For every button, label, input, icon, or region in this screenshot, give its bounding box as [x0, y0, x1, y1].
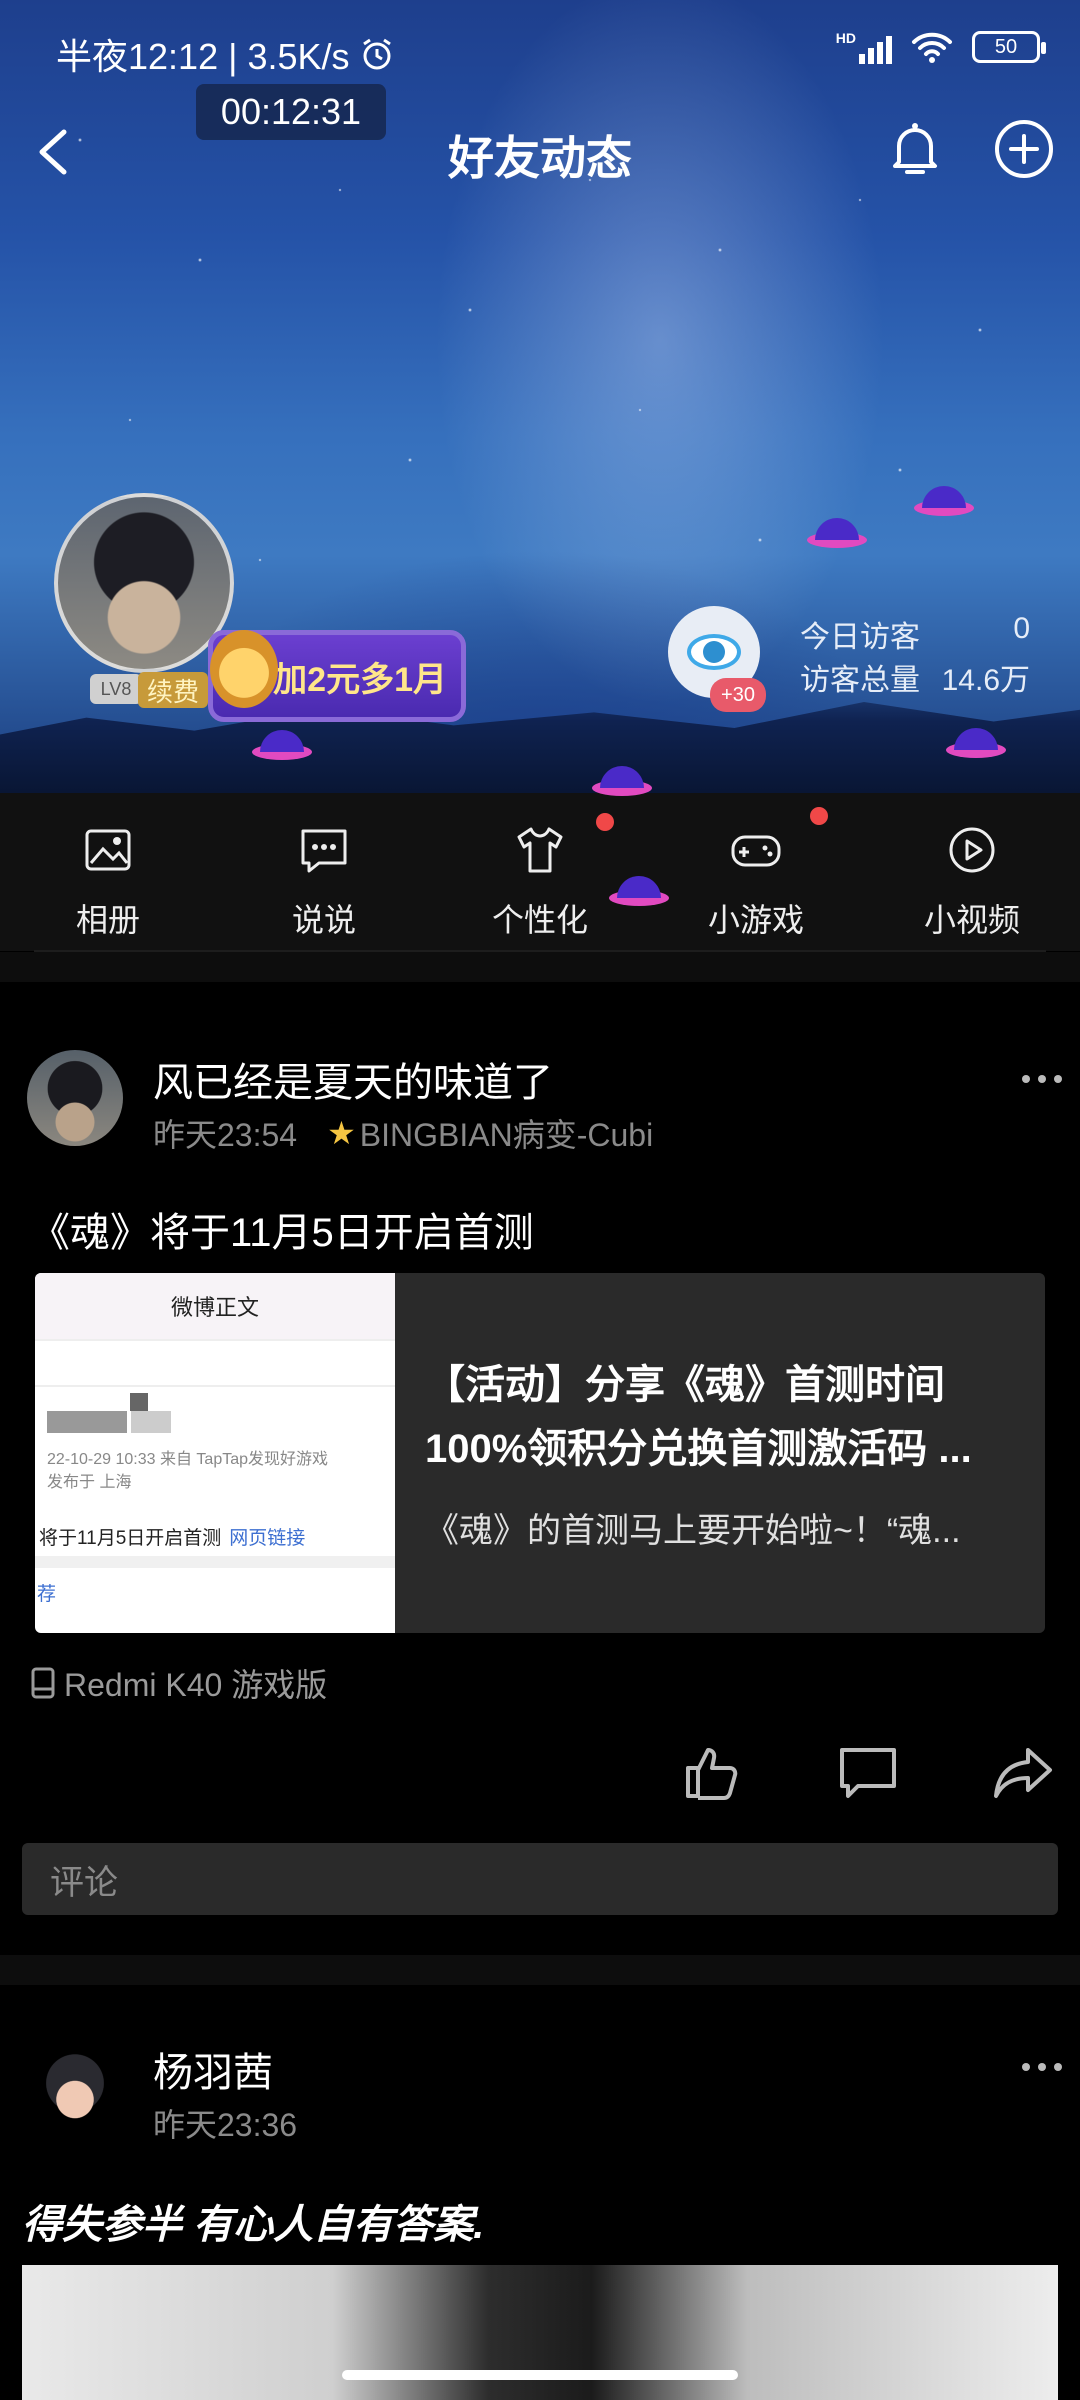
section-separator [0, 952, 1080, 982]
post-text: 得失参半 有心人自有答案. [22, 2203, 485, 2247]
hat-decoration-icon [252, 730, 312, 760]
album-icon [85, 829, 131, 871]
total-visitors-label: 访客总量 [800, 664, 920, 697]
wifi-icon [912, 32, 952, 63]
renew-badge[interactable]: 续费 [138, 672, 208, 708]
status-left: 半夜12:12 | 3.5K/s [56, 28, 394, 80]
quick-menu: 相册 说说 个性化 小游戏 小视频 [0, 793, 1080, 951]
post-source[interactable]: ★ BINGBIAN病变-Cubi [327, 1110, 653, 1156]
quick-item-label: 小视频 [923, 902, 1020, 938]
link-card-desc: 《魂》的首测马上要开始啦~！“魂... [425, 1512, 961, 1550]
battery-icon: 50 [972, 31, 1046, 63]
profile-avatar[interactable] [54, 493, 234, 673]
quick-item-personalize[interactable]: 个性化 [465, 793, 615, 951]
notification-dot [810, 807, 828, 825]
hat-decoration-icon [592, 766, 652, 796]
quick-item-label: 说说 [291, 902, 356, 938]
today-visitors-label: 今日访客 [800, 621, 920, 654]
post-time: 昨天23:54 [153, 1117, 298, 1153]
post-meta: 昨天23:54 ★ BINGBIAN病变-Cubi [153, 1110, 653, 1156]
chat-icon [301, 829, 347, 873]
post-source-label: BINGBIAN病变-Cubi [359, 1117, 654, 1153]
gamepad-icon [731, 835, 781, 867]
star-music-icon: ★ [327, 1115, 356, 1151]
post-text: 《魂》将于11月5日开启首测 [30, 1211, 534, 1255]
hat-decoration-icon [609, 876, 669, 906]
status-bar: 半夜12:12 | 3.5K/s HD 50 [0, 0, 1080, 100]
signal-icon: HD [836, 30, 892, 64]
quick-item-minigame[interactable]: 小游戏 [681, 793, 831, 951]
quick-item-label: 个性化 [491, 902, 588, 938]
today-visitors: 今日访客 0 [800, 612, 1030, 656]
thumb-meta: 22-10-29 10:33 来自 TapTap发现好游戏 [47, 1451, 329, 1468]
thumb-footer: 荐 [37, 1584, 57, 1605]
bell-icon[interactable] [885, 118, 945, 180]
total-visitors: 访客总量 14.6万 [800, 655, 1030, 699]
more-options-icon[interactable] [1022, 1075, 1062, 1085]
comment-icon[interactable] [836, 1742, 900, 1802]
post-author-avatar[interactable] [27, 1050, 123, 1146]
post-author-avatar[interactable] [27, 2040, 123, 2136]
thumb-meta: 发布于 上海 [47, 1474, 132, 1491]
visitor-increase-badge: +30 [710, 678, 766, 712]
more-options-icon[interactable] [1022, 2063, 1062, 2073]
comment-placeholder: 评论 [50, 1863, 118, 1902]
link-card-title: 【活动】分享《魂》首测时间100%领积分兑换首测激活码 ... [425, 1363, 972, 1471]
post-author-name[interactable]: 杨羽茜 [153, 2040, 273, 2098]
notification-dot [596, 813, 614, 831]
link-card-thumbnail: 微博正文 22-10-29 10:33 来自 TapTap发现好游戏 发布于 上… [35, 1273, 395, 1633]
quick-item-label: 相册 [75, 902, 140, 938]
play-icon [949, 827, 995, 873]
shirt-icon [517, 827, 563, 873]
link-card[interactable]: 微博正文 22-10-29 10:33 来自 TapTap发现好游戏 发布于 上… [35, 1273, 1045, 1633]
comment-input[interactable]: 评论 [22, 1843, 1058, 1915]
section-separator [0, 1955, 1080, 1985]
thumb-body: 将于11月5日开启首测 网页链接 [39, 1528, 306, 1549]
status-right: HD 50 [836, 30, 1046, 64]
hat-decoration-icon [946, 728, 1006, 758]
promo-mascot-icon [210, 630, 278, 708]
share-icon[interactable] [992, 1742, 1056, 1802]
quick-item-label: 小游戏 [707, 902, 804, 938]
level-badge: LV8 [90, 674, 142, 704]
add-circle-icon[interactable] [993, 118, 1055, 180]
today-visitors-value: 0 [1013, 612, 1030, 645]
post-device: Redmi K40 游戏版 [30, 1660, 327, 1706]
page: 半夜12:12 | 3.5K/s HD 50 00:12:31 好友动态 LV8… [0, 0, 1080, 2400]
like-icon[interactable] [680, 1742, 744, 1802]
hat-decoration-icon [807, 518, 867, 548]
post-author-name[interactable]: 风已经是夏天的味道了 [153, 1050, 553, 1108]
phone-icon [31, 1667, 55, 1699]
quick-item-shuoshuo[interactable]: 说说 [249, 793, 399, 951]
hat-decoration-icon [914, 486, 974, 516]
status-time-speed: 半夜12:12 | 3.5K/s [56, 36, 350, 77]
quick-item-album[interactable]: 相册 [33, 793, 183, 951]
post-device-label: Redmi K40 游戏版 [64, 1667, 328, 1703]
post-time: 昨天23:36 [153, 2107, 298, 2143]
thumb-header: 微博正文 [35, 1273, 395, 1341]
quick-item-shortvideo[interactable]: 小视频 [897, 793, 1047, 951]
alarm-icon [362, 38, 391, 70]
total-visitors-value: 14.6万 [941, 664, 1030, 697]
home-indicator[interactable] [342, 2370, 738, 2380]
